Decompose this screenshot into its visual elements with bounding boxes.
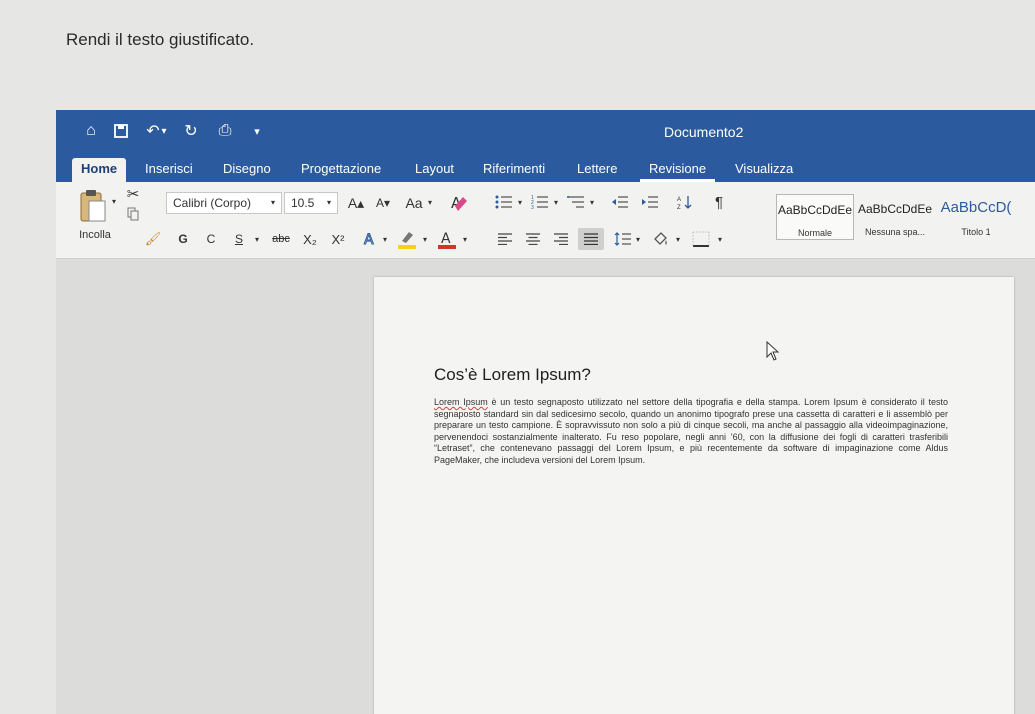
font-color-icon[interactable]: A (436, 228, 458, 250)
shrink-font-button[interactable]: A▾ (372, 194, 394, 212)
document-page[interactable]: Cos’è Lorem Ipsum? Lorem Ipsum è un test… (374, 277, 1014, 714)
font-name-dropdown[interactable]: Calibri (Corpo) (166, 192, 282, 214)
paste-dropdown-icon[interactable]: ▾ (110, 196, 118, 206)
multilevel-list-icon[interactable] (564, 192, 588, 212)
style-preview: AaBbCcDdEe (857, 202, 933, 216)
customize-icon[interactable]: ▾ (246, 120, 268, 142)
tab-disegno[interactable]: Disegno (214, 158, 280, 182)
shading-icon[interactable] (650, 228, 672, 250)
paste-icon[interactable] (78, 188, 108, 224)
bullets-chevron-icon[interactable]: ▾ (516, 196, 524, 208)
clear-formatting-icon[interactable]: A (448, 192, 470, 214)
ribbon-home: ▾ Incolla ✂ 🖌 Calibri (Corpo) ▾ 10.5 ▾ A… (56, 182, 1035, 259)
change-case-button[interactable]: Aa (402, 194, 426, 212)
tab-layout[interactable]: Layout (406, 158, 463, 182)
title-bar: ⌂ ↶ ▾ ↻ ⎙ ▾ Documento2 (56, 110, 1035, 154)
style-name: Titolo 1 (961, 227, 991, 237)
paste-label[interactable]: Incolla (70, 228, 120, 242)
svg-text:A: A (441, 231, 451, 247)
sort-icon[interactable]: AZ (674, 192, 696, 212)
document-canvas: Cos’è Lorem Ipsum? Lorem Ipsum è un test… (56, 259, 1035, 714)
change-case-chevron-icon[interactable]: ▾ (426, 196, 434, 208)
align-right-icon[interactable] (550, 230, 572, 248)
multilevel-chevron-icon[interactable]: ▾ (588, 196, 596, 208)
underline-button[interactable]: S (230, 230, 248, 248)
copy-icon[interactable] (124, 206, 142, 222)
tab-progettazione[interactable]: Progettazione (292, 158, 390, 182)
undo-dropdown-icon[interactable]: ▾ (158, 120, 170, 142)
svg-text:Z: Z (677, 205, 681, 210)
mouse-pointer-icon (766, 340, 780, 366)
cut-icon[interactable]: ✂ (124, 186, 142, 203)
line-spacing-icon[interactable] (612, 230, 634, 248)
grow-font-button[interactable]: A▴ (344, 194, 368, 212)
justify-button[interactable] (578, 228, 604, 250)
borders-icon[interactable] (688, 228, 714, 250)
superscript-button[interactable]: X² (328, 230, 348, 248)
style-titolo-1[interactable]: AaBbCcD( Titolo 1 (936, 194, 1016, 240)
tab-visualizza[interactable]: Visualizza (726, 158, 802, 182)
lorem-ipsum-lead: Lorem Ipsum (434, 397, 488, 407)
print-icon[interactable]: ⎙ (214, 120, 236, 142)
underline-chevron-icon[interactable]: ▾ (252, 234, 262, 244)
borders-chevron-icon[interactable]: ▾ (716, 234, 724, 244)
increase-indent-icon[interactable] (638, 192, 662, 212)
format-painter-icon[interactable]: 🖌 (144, 231, 162, 246)
home-icon[interactable]: ⌂ (80, 120, 102, 142)
tab-home[interactable]: Home (72, 158, 127, 182)
font-name-chevron-icon[interactable]: ▾ (268, 196, 278, 208)
font-size-chevron-icon[interactable]: ▾ (324, 196, 334, 208)
instruction-text: Rendi il testo giustificato. (66, 30, 255, 49)
numbering-chevron-icon[interactable]: ▾ (552, 196, 560, 208)
decrease-indent-icon[interactable] (608, 192, 632, 212)
align-left-icon[interactable] (494, 230, 516, 248)
shading-chevron-icon[interactable]: ▾ (674, 234, 682, 244)
svg-text:A: A (364, 232, 374, 248)
text-effects-icon[interactable]: A (360, 229, 380, 249)
align-center-icon[interactable] (522, 230, 544, 248)
redo-icon[interactable]: ↻ (180, 120, 202, 142)
style-preview: AaBbCcDdEe (777, 203, 853, 217)
tab-lettere[interactable]: Lettere (568, 158, 626, 182)
document-paragraph[interactable]: Lorem Ipsum è un testo segnaposto utiliz… (434, 397, 948, 467)
tab-revisione[interactable]: Revisione (640, 158, 716, 182)
save-icon[interactable] (110, 120, 132, 142)
font-color-chevron-icon[interactable]: ▾ (460, 234, 470, 244)
tab-inserisci[interactable]: Inserisci (136, 158, 202, 182)
ribbon-tabs: Home Inserisci Disegno Progettazione Lay… (56, 154, 1035, 182)
bold-button[interactable]: G (174, 230, 192, 248)
paragraph-body: è un testo segnaposto utilizzato nel set… (434, 397, 948, 465)
subscript-button[interactable]: X₂ (300, 230, 320, 248)
word-window: ⌂ ↶ ▾ ↻ ⎙ ▾ Documento2 Home Inserisci Di… (56, 110, 1035, 714)
strikethrough-button[interactable]: abc (268, 230, 294, 248)
style-preview: AaBbCcD( (940, 199, 1012, 216)
style-nessuna-spaziatura[interactable]: AaBbCcDdEe Nessuna spa... (856, 194, 934, 240)
highlight-color-icon[interactable] (396, 228, 418, 250)
bullets-icon[interactable] (492, 192, 516, 212)
italic-button[interactable]: C (202, 230, 220, 248)
tab-riferimenti[interactable]: Riferimenti (474, 158, 554, 182)
numbering-icon[interactable]: 123 (528, 192, 552, 212)
svg-text:3: 3 (531, 205, 534, 209)
style-normale[interactable]: AaBbCcDdEe Normale (776, 194, 854, 240)
style-name: Nessuna spa... (864, 227, 926, 237)
document-heading: Cos’è Lorem Ipsum? (434, 365, 591, 384)
style-name: Normale (797, 228, 832, 238)
line-spacing-chevron-icon[interactable]: ▾ (634, 234, 642, 244)
highlight-chevron-icon[interactable]: ▾ (420, 234, 430, 244)
text-effects-chevron-icon[interactable]: ▾ (380, 234, 390, 244)
svg-text:A: A (677, 197, 681, 203)
show-formatting-icon[interactable]: ¶ (708, 192, 730, 212)
document-title: Documento2 (664, 124, 744, 140)
